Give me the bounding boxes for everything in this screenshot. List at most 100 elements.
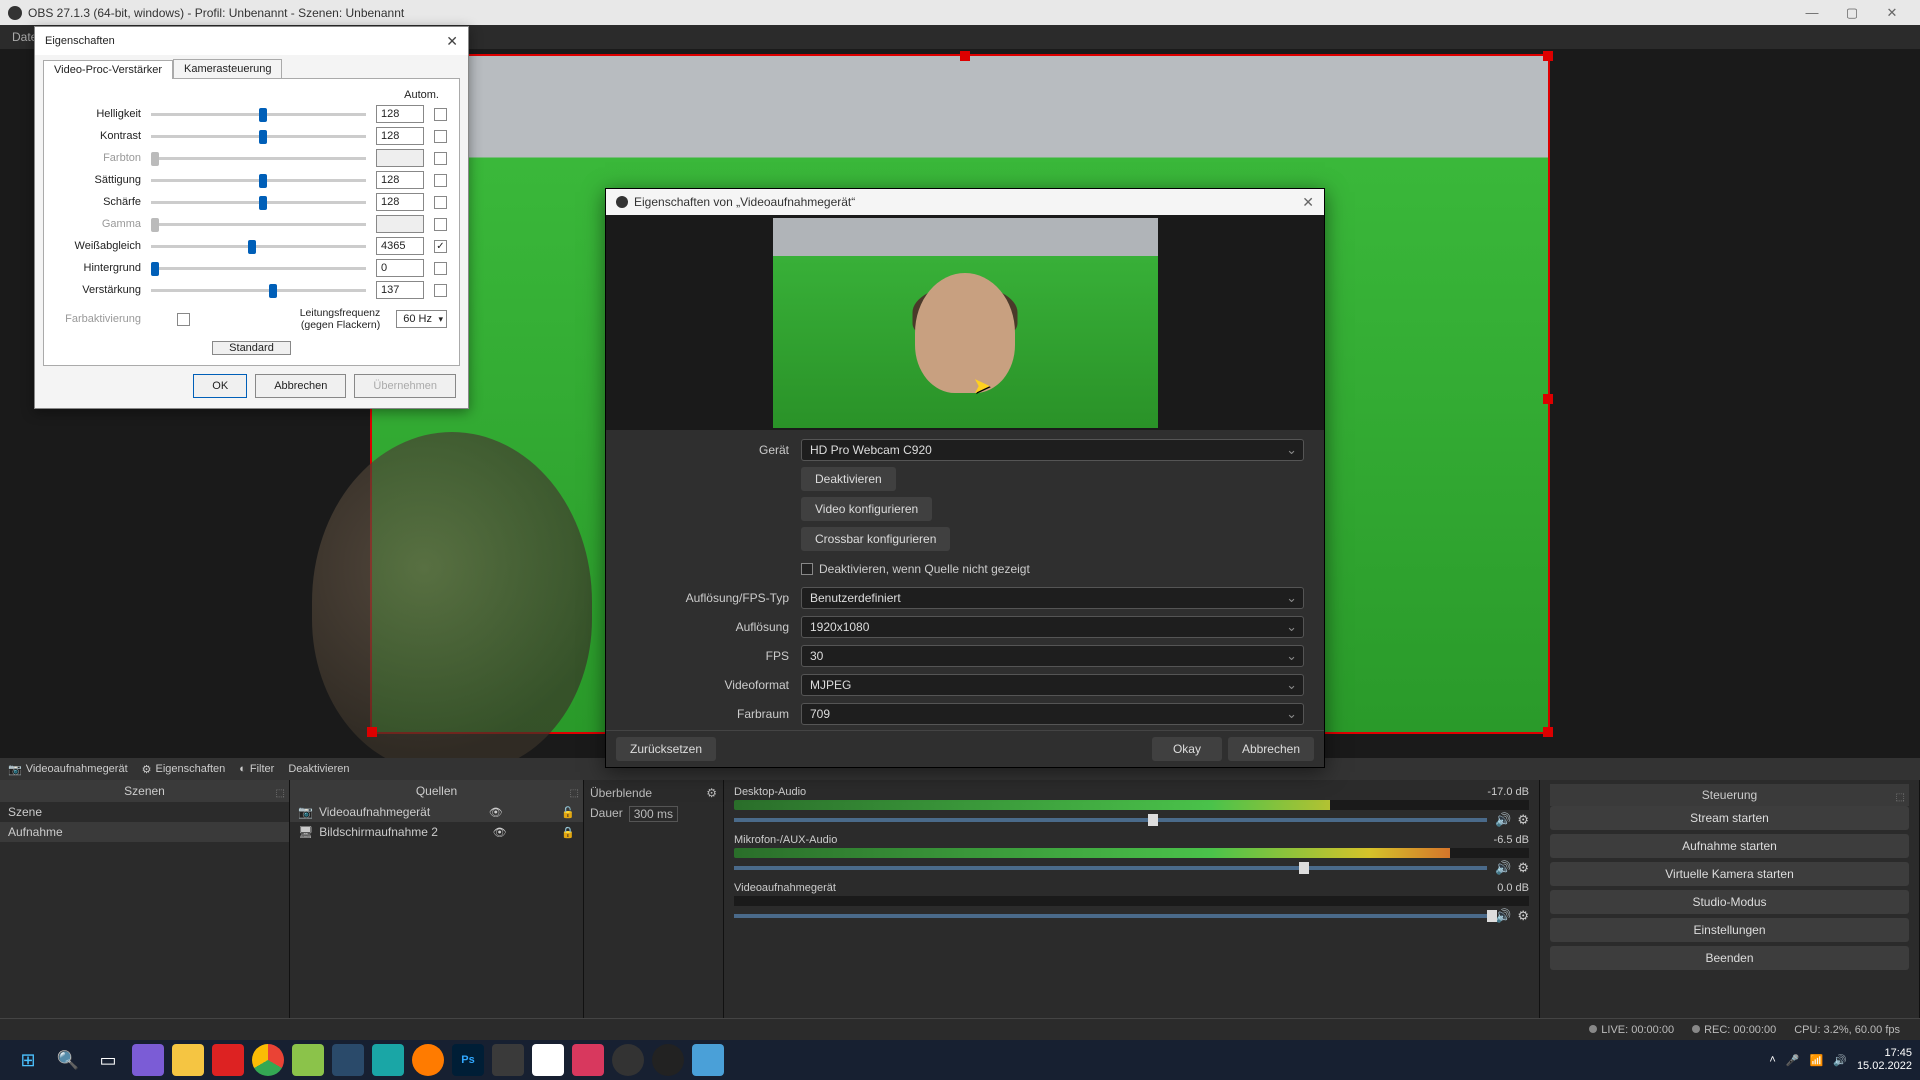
auto-checkbox[interactable] xyxy=(434,262,447,275)
control-button[interactable]: Aufnahme starten xyxy=(1550,834,1909,858)
control-button[interactable]: Einstellungen xyxy=(1550,918,1909,942)
lock-icon[interactable]: 🔓 xyxy=(561,806,575,819)
auto-checkbox[interactable] xyxy=(434,218,447,231)
chrome-icon[interactable] xyxy=(252,1044,284,1076)
control-button[interactable]: Stream starten xyxy=(1550,806,1909,830)
mute-icon[interactable]: 🔊 xyxy=(1495,860,1511,876)
explorer-icon[interactable] xyxy=(172,1044,204,1076)
firefox-icon[interactable] xyxy=(412,1044,444,1076)
tray-clock[interactable]: 17:45 15.02.2022 xyxy=(1857,1047,1912,1073)
slider[interactable] xyxy=(151,267,366,270)
volume-slider[interactable] xyxy=(734,866,1487,870)
taskview-icon[interactable]: ▭ xyxy=(92,1044,124,1076)
visibility-icon[interactable]: 👁 xyxy=(493,826,507,839)
mute-icon[interactable]: 🔊 xyxy=(1495,908,1511,924)
dialog-titlebar[interactable]: Eigenschaften von „Videoaufnahmegerät“ ✕ xyxy=(606,189,1324,215)
close-button[interactable]: ✕ xyxy=(1872,5,1912,21)
auto-checkbox[interactable] xyxy=(434,152,447,165)
gear-icon[interactable]: ⚙ xyxy=(1517,908,1529,924)
fps-select[interactable]: 30 xyxy=(801,645,1304,667)
resolution-select[interactable]: 1920x1080 xyxy=(801,616,1304,638)
value-input[interactable]: 128 xyxy=(376,171,424,189)
colorenable-checkbox[interactable] xyxy=(177,313,190,326)
tray-mic-icon[interactable]: 🎤 xyxy=(1786,1054,1800,1067)
minimize-button[interactable]: — xyxy=(1792,5,1832,20)
app-icon[interactable] xyxy=(292,1044,324,1076)
gear-icon[interactable]: ⚙ xyxy=(1517,812,1529,828)
app-icon[interactable] xyxy=(572,1044,604,1076)
visibility-icon[interactable]: 👁 xyxy=(489,806,503,819)
auto-checkbox[interactable] xyxy=(434,130,447,143)
selection-handle[interactable] xyxy=(1543,394,1553,404)
control-button[interactable]: Virtuelle Kamera starten xyxy=(1550,862,1909,886)
filter-button[interactable]: ◐ Filter xyxy=(239,763,274,775)
auto-checkbox[interactable] xyxy=(434,174,447,187)
duration-value[interactable]: 300 ms xyxy=(629,806,678,822)
slider[interactable] xyxy=(151,135,366,138)
slider[interactable] xyxy=(151,179,366,182)
gear-icon[interactable]: ⚙ xyxy=(706,786,717,800)
close-icon[interactable]: ✕ xyxy=(1302,194,1314,211)
tray-chevron-icon[interactable]: ˄ xyxy=(1769,1054,1775,1066)
tab-camera-control[interactable]: Kamerasteuerung xyxy=(173,59,282,78)
configure-crossbar-button[interactable]: Crossbar konfigurieren xyxy=(801,527,950,551)
popout-icon[interactable]: ⬚ xyxy=(1896,787,1905,809)
configure-video-button[interactable]: Video konfigurieren xyxy=(801,497,932,521)
start-icon[interactable]: ⊞ xyxy=(12,1044,44,1076)
control-button[interactable]: Studio-Modus xyxy=(1550,890,1909,914)
app-icon[interactable] xyxy=(652,1044,684,1076)
value-input[interactable]: 128 xyxy=(376,105,424,123)
opera-icon[interactable] xyxy=(212,1044,244,1076)
app-icon[interactable] xyxy=(532,1044,564,1076)
reset-button[interactable]: Zurücksetzen xyxy=(616,737,716,761)
control-button[interactable]: Beenden xyxy=(1550,946,1909,970)
obs-taskbar-icon[interactable] xyxy=(612,1044,644,1076)
popout-icon[interactable]: ⬚ xyxy=(276,783,285,805)
photoshop-icon[interactable]: Ps xyxy=(452,1044,484,1076)
apply-button[interactable]: Übernehmen xyxy=(354,374,456,398)
standard-button[interactable]: Standard xyxy=(212,341,291,355)
scene-item[interactable]: Aufnahme xyxy=(0,822,289,842)
source-item[interactable]: 📷 Videoaufnahmegerät 👁 🔓 xyxy=(290,802,583,822)
flicker-select[interactable]: 60 Hz xyxy=(396,310,447,328)
auto-checkbox[interactable]: ✓ xyxy=(434,240,447,253)
slider[interactable] xyxy=(151,245,366,248)
ok-button[interactable]: OK xyxy=(193,374,247,398)
lock-icon[interactable]: 🔒 xyxy=(561,826,575,839)
cancel-button[interactable]: Abbrechen xyxy=(255,374,346,398)
deactivate-button[interactable]: Deaktivieren xyxy=(801,467,896,491)
tab-video-proc-amp[interactable]: Video-Proc-Verstärker xyxy=(43,60,173,79)
maximize-button[interactable]: ▢ xyxy=(1832,5,1872,21)
scene-item[interactable]: Szene xyxy=(0,802,289,822)
app-icon[interactable] xyxy=(692,1044,724,1076)
windows-taskbar[interactable]: ⊞ 🔍 ▭ Ps ˄ 🎤 📶 🔊 17:45 15.02.2022 xyxy=(0,1040,1920,1080)
mute-icon[interactable]: 🔊 xyxy=(1495,812,1511,828)
value-input[interactable]: 137 xyxy=(376,281,424,299)
source-item[interactable]: 🖥 Bildschirmaufnahme 2 👁 🔒 xyxy=(290,822,583,842)
ok-button[interactable]: Okay xyxy=(1152,737,1222,761)
properties-button[interactable]: ⚙ Eigenschaften xyxy=(142,763,226,776)
slider[interactable] xyxy=(151,289,366,292)
app-icon[interactable] xyxy=(492,1044,524,1076)
value-input[interactable]: 0 xyxy=(376,259,424,277)
colorspace-select[interactable]: 709 xyxy=(801,703,1304,725)
restype-select[interactable]: Benutzerdefiniert xyxy=(801,587,1304,609)
tray-volume-icon[interactable]: 🔊 xyxy=(1833,1054,1847,1067)
value-input[interactable]: 128 xyxy=(376,193,424,211)
volume-slider[interactable] xyxy=(734,818,1487,822)
cancel-button[interactable]: Abbrechen xyxy=(1228,737,1314,761)
app-icon[interactable] xyxy=(372,1044,404,1076)
auto-checkbox[interactable] xyxy=(434,196,447,209)
deactivate-hidden-checkbox[interactable]: Deaktivieren, wenn Quelle nicht gezeigt xyxy=(801,562,1304,576)
dialog-titlebar[interactable]: Eigenschaften ✕ xyxy=(35,27,468,55)
slider[interactable] xyxy=(151,201,366,204)
selection-handle[interactable] xyxy=(367,727,377,737)
search-icon[interactable]: 🔍 xyxy=(52,1044,84,1076)
value-input[interactable]: 128 xyxy=(376,127,424,145)
auto-checkbox[interactable] xyxy=(434,108,447,121)
selection-handle[interactable] xyxy=(960,51,970,61)
slider[interactable] xyxy=(151,113,366,116)
tray-network-icon[interactable]: 📶 xyxy=(1810,1054,1824,1067)
selection-handle[interactable] xyxy=(1543,51,1553,61)
value-input[interactable]: 4365 xyxy=(376,237,424,255)
